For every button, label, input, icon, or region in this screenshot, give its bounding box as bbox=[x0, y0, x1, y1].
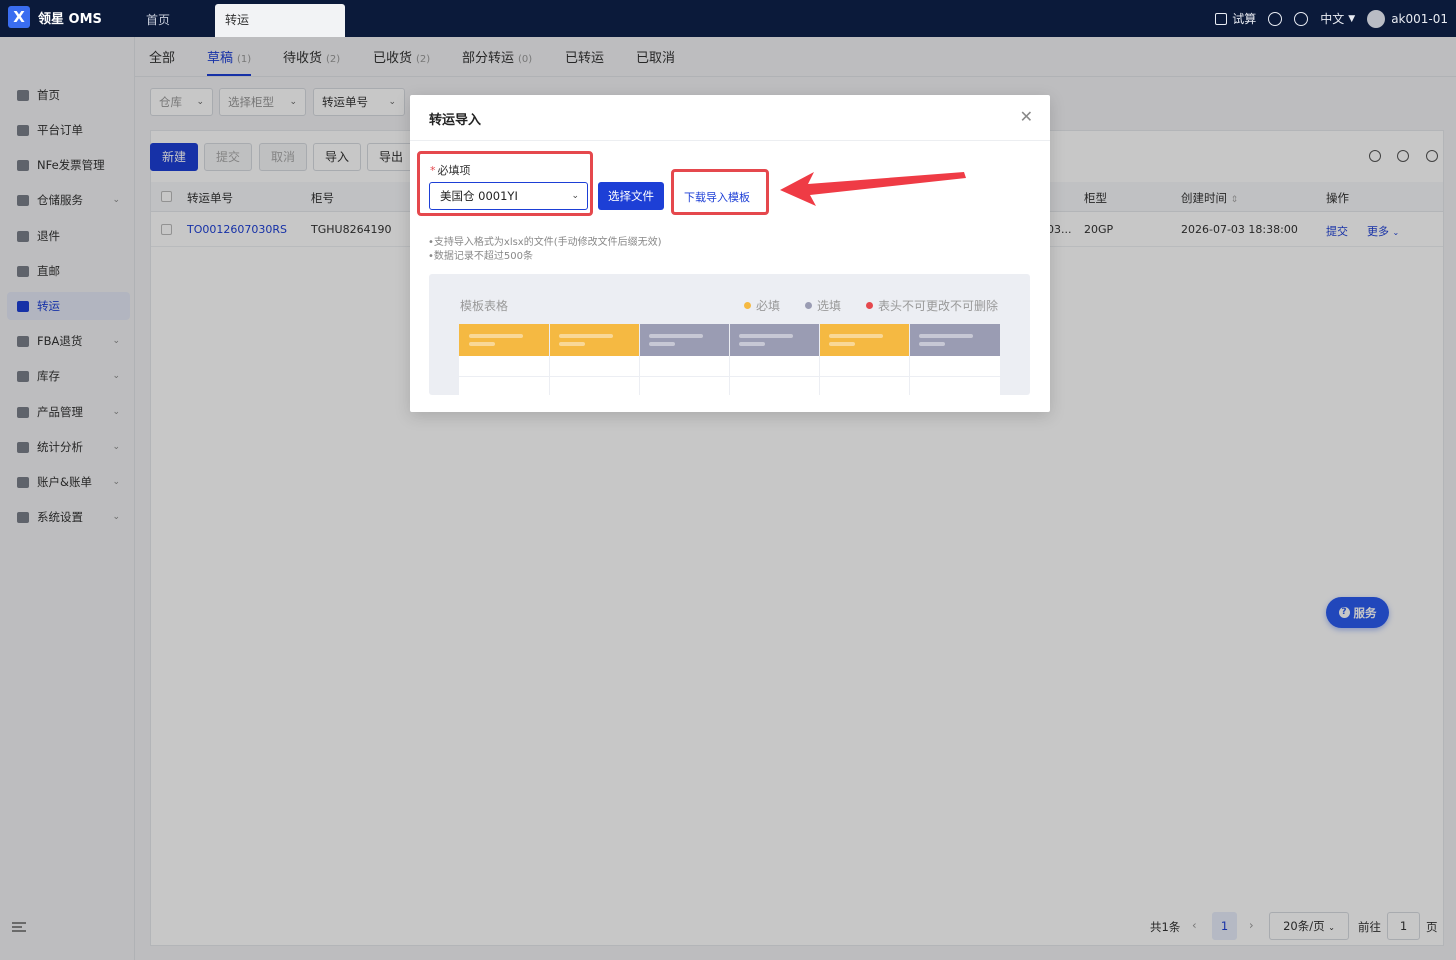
template-col-required bbox=[819, 324, 909, 356]
required-dot-icon bbox=[744, 302, 751, 309]
import-tip-limit: •数据记录不超过500条 bbox=[428, 251, 533, 262]
import-tip-format: •支持导入格式为xlsx的文件(手动修改文件后缀无效) bbox=[428, 237, 662, 248]
choose-file-button[interactable]: 选择文件 bbox=[598, 182, 664, 210]
top-bar: X 领星 OMS 首页 转运 试算 中文 ▼ ak001-01 bbox=[0, 0, 1456, 37]
legend-required-label: 必填 bbox=[756, 299, 781, 313]
app-name: 领星 OMS bbox=[38, 11, 102, 27]
logo-icon: X bbox=[8, 6, 30, 28]
user-name: ak001-01 bbox=[1391, 11, 1448, 26]
legend-optional: 选填 bbox=[805, 297, 841, 314]
template-col-optional bbox=[909, 324, 1000, 356]
tab-transfer[interactable]: 转运 bbox=[215, 4, 345, 37]
language-select[interactable]: 中文 ▼ bbox=[1320, 10, 1355, 27]
fixed-dot-icon bbox=[866, 302, 873, 309]
template-col-optional bbox=[639, 324, 729, 356]
tab-home[interactable]: 首页 bbox=[136, 4, 214, 37]
warehouse-select[interactable]: 美国仓 0001YI ⌄ bbox=[429, 182, 588, 210]
app-logo[interactable]: X 领星 OMS bbox=[8, 6, 102, 28]
language-label: 中文 bbox=[1320, 12, 1345, 26]
calc-button[interactable]: 试算 bbox=[1215, 10, 1256, 27]
legend-fixed: 表头不可更改不可删除 bbox=[866, 297, 998, 314]
template-col-required bbox=[459, 324, 549, 356]
calc-label: 试算 bbox=[1232, 12, 1257, 26]
calculator-icon bbox=[1215, 12, 1228, 25]
top-right-tools: 试算 中文 ▼ ak001-01 bbox=[1215, 0, 1448, 37]
avatar bbox=[1367, 9, 1386, 28]
modal-divider bbox=[410, 140, 1050, 141]
template-preview: 模板表格 必填 选填 表头不可更改不可删除 bbox=[429, 274, 1030, 395]
optional-dot-icon bbox=[805, 302, 812, 309]
required-label: * 必填项 bbox=[430, 162, 471, 178]
required-label-text: 必填项 bbox=[437, 164, 471, 177]
gear-icon[interactable] bbox=[1294, 11, 1309, 26]
required-star: * bbox=[430, 164, 436, 177]
template-col-optional bbox=[729, 324, 819, 356]
modal-title: 转运导入 bbox=[429, 113, 482, 128]
template-grid bbox=[459, 324, 1000, 395]
legend-optional-label: 选填 bbox=[817, 299, 842, 313]
warehouse-select-value: 美国仓 0001YI bbox=[440, 189, 518, 203]
download-template-link[interactable]: 下载导入模板 bbox=[684, 189, 750, 205]
legend-required: 必填 bbox=[744, 297, 780, 314]
chevron-down-icon: ▼ bbox=[1348, 13, 1356, 24]
chevron-down-icon: ⌄ bbox=[571, 191, 579, 201]
download-icon[interactable] bbox=[1268, 11, 1283, 26]
template-col-required bbox=[549, 324, 639, 356]
template-title: 模板表格 bbox=[460, 299, 509, 313]
legend-fixed-label: 表头不可更改不可删除 bbox=[878, 299, 999, 313]
user-menu[interactable]: ak001-01 bbox=[1367, 9, 1448, 28]
annotation-arrow-icon bbox=[780, 172, 966, 206]
close-icon[interactable]: ✕ bbox=[1020, 109, 1033, 125]
transfer-import-modal: 转运导入 ✕ * 必填项 美国仓 0001YI ⌄ 选择文件 下载导入模板 •支持… bbox=[410, 95, 1050, 412]
